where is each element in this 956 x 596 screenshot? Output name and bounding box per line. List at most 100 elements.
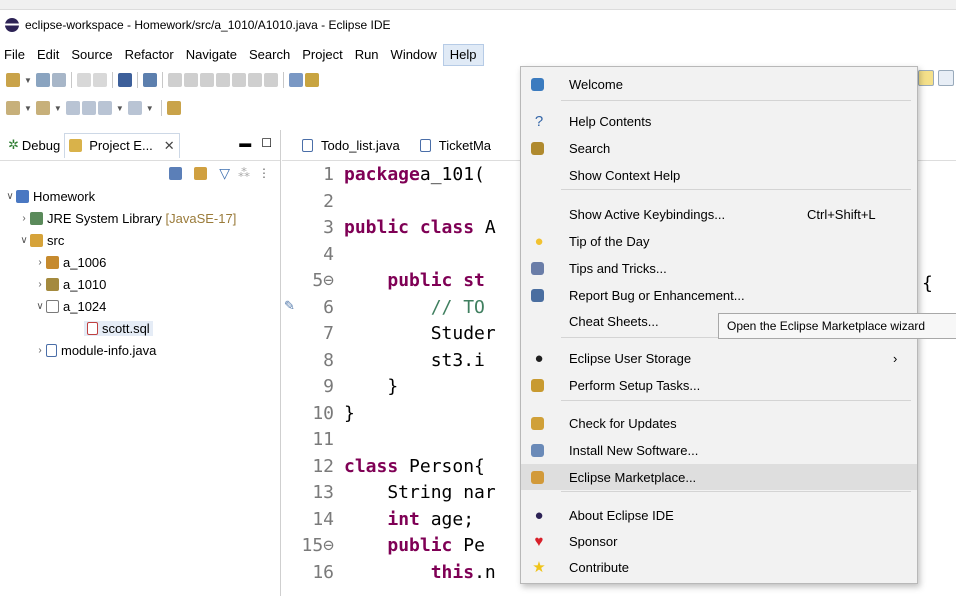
chevron-down-icon[interactable]: ∨ — [18, 235, 30, 246]
help-menu-item[interactable]: ● Tip of the Day — [521, 228, 917, 254]
code-token: age; — [419, 508, 475, 530]
toolbar-separator — [70, 72, 72, 88]
tree-item-package[interactable]: › a_1010 — [4, 273, 280, 295]
tab-project-explorer[interactable]: Project E... ✕ — [64, 132, 180, 158]
menu-item-label: Contribute — [569, 559, 629, 575]
line-number: 3 — [323, 217, 334, 238]
perspective-icon[interactable] — [918, 70, 934, 86]
focus-icon[interactable]: ⁂ — [238, 166, 250, 180]
terminate-icon[interactable] — [199, 73, 214, 87]
help-menu-item[interactable]: Install New Software... — [521, 437, 917, 463]
help-menu-item[interactable]: Search — [521, 135, 917, 161]
suspend-icon[interactable] — [183, 73, 198, 87]
dropdown-icon[interactable]: ▼ — [116, 104, 124, 113]
code-token: Pe — [452, 535, 485, 556]
menu-run[interactable]: Run — [349, 44, 385, 66]
package-icon — [46, 255, 59, 269]
help-menu-item[interactable]: ♥ Sponsor — [521, 528, 917, 554]
dropdown-icon[interactable]: ▼ — [146, 104, 154, 113]
help-menu-item[interactable]: Show Context Help — [521, 162, 917, 188]
help-menu-item[interactable]: Show Active Keybindings... Ctrl+Shift+L — [521, 201, 917, 227]
tree-item-package[interactable]: ∨ a_1024 — [4, 295, 280, 317]
step-over-icon[interactable] — [247, 73, 262, 87]
dropdown-icon[interactable]: ▼ — [24, 76, 32, 85]
menu-project[interactable]: Project — [296, 44, 348, 66]
save-all-icon[interactable] — [51, 73, 66, 87]
menu-source[interactable]: Source — [65, 44, 118, 66]
selected-file[interactable]: scott.sql — [84, 320, 153, 336]
chevron-right-icon[interactable]: › — [34, 257, 46, 268]
close-icon[interactable]: ✕ — [164, 138, 175, 154]
search-toolbar-icon[interactable] — [304, 73, 319, 87]
help-menu-item[interactable]: ★ Contribute — [521, 554, 917, 580]
minimize-icon[interactable]: ▬ — [239, 136, 251, 150]
debug-icon[interactable] — [76, 73, 91, 87]
save-icon[interactable] — [35, 73, 50, 87]
editor-tab[interactable]: TicketMa — [412, 133, 499, 157]
open-perspective-icon[interactable] — [938, 70, 954, 86]
tree-item-file[interactable]: › module-info.java — [4, 339, 280, 361]
help-menu-item[interactable]: Welcome — [521, 71, 917, 97]
chevron-right-icon[interactable]: › — [34, 279, 46, 290]
next-annotation-icon[interactable] — [6, 101, 20, 115]
forward-icon[interactable] — [127, 101, 142, 115]
tree-item-project[interactable]: ∨ Homework — [4, 185, 280, 207]
menu-file[interactable]: File — [0, 44, 31, 66]
code-token: a_101( — [419, 164, 485, 185]
help-menu-item[interactable]: Eclipse Marketplace... — [521, 464, 917, 490]
pin-editor-icon[interactable] — [166, 101, 181, 115]
disconnect-icon[interactable] — [215, 73, 230, 87]
open-type-icon[interactable] — [288, 73, 303, 87]
help-menu-item[interactable]: ● About Eclipse IDE — [521, 502, 917, 528]
console-icon[interactable] — [117, 73, 132, 87]
skip-breakpoints-icon[interactable] — [142, 73, 157, 87]
step-into-icon[interactable] — [231, 73, 246, 87]
tree-item-jre[interactable]: › JRE System Library [JavaSE-17] — [4, 207, 280, 229]
menu-refactor[interactable]: Refactor — [119, 44, 180, 66]
help-menu-item[interactable]: Check for Updates — [521, 410, 917, 436]
menu-window[interactable]: Window — [385, 44, 443, 66]
last-edit-icon[interactable] — [65, 101, 80, 115]
menu-item-label: Eclipse Marketplace... — [569, 469, 697, 485]
tree-item-file[interactable]: scott.sql — [4, 317, 280, 339]
chevron-right-icon[interactable]: › — [18, 213, 30, 224]
code-token: package — [344, 164, 420, 185]
tab-debug[interactable]: ✲ Debug — [4, 133, 64, 157]
resume-icon[interactable] — [167, 73, 182, 87]
previous-annotation-icon[interactable] — [35, 101, 50, 115]
menu-search[interactable]: Search — [243, 44, 296, 66]
menu-item-label: Install New Software... — [569, 442, 699, 458]
help-menu-item[interactable]: ● Eclipse User Storage › — [521, 345, 917, 371]
back-icon[interactable] — [97, 101, 112, 115]
editor-tab[interactable]: Todo_list.java — [294, 133, 408, 157]
run-icon[interactable] — [92, 73, 107, 87]
help-menu-item[interactable]: Perform Setup Tasks... — [521, 372, 917, 398]
tips-icon — [531, 261, 544, 275]
menu-navigate[interactable]: Navigate — [180, 44, 243, 66]
menu-edit[interactable]: Edit — [31, 44, 65, 66]
forward-edit-icon[interactable] — [81, 101, 96, 115]
chevron-down-icon[interactable]: ∨ — [4, 191, 16, 202]
chevron-right-icon[interactable]: › — [34, 345, 46, 356]
collapse-all-icon[interactable] — [169, 166, 183, 180]
help-menu-item[interactable]: ? Help Contents — [521, 108, 917, 134]
filter-icon[interactable]: ▽ — [219, 165, 230, 182]
step-return-icon[interactable] — [263, 73, 278, 87]
menu-help[interactable]: Help — [442, 44, 484, 66]
tree-item-src[interactable]: ∨ src — [4, 229, 280, 251]
dropdown-icon[interactable]: ▼ — [24, 104, 32, 113]
help-menu-item[interactable]: Tips and Tricks... — [521, 255, 917, 281]
toolbar-separator — [282, 72, 284, 88]
view-menu-icon[interactable]: ⋮ — [258, 166, 270, 180]
dropdown-icon[interactable]: ▼ — [54, 104, 62, 113]
help-menu-item[interactable]: Report Bug or Enhancement... — [521, 282, 917, 308]
chevron-down-icon[interactable]: ∨ — [34, 301, 46, 312]
menu-item-label: Sponsor — [569, 533, 618, 549]
toolbar-separator — [111, 72, 113, 88]
link-with-editor-icon[interactable] — [194, 166, 208, 180]
tree-item-package[interactable]: › a_1006 — [4, 251, 280, 273]
new-icon[interactable] — [6, 73, 20, 87]
maximize-icon[interactable]: ☐ — [261, 136, 272, 150]
lightbulb-icon: ● — [534, 232, 544, 250]
